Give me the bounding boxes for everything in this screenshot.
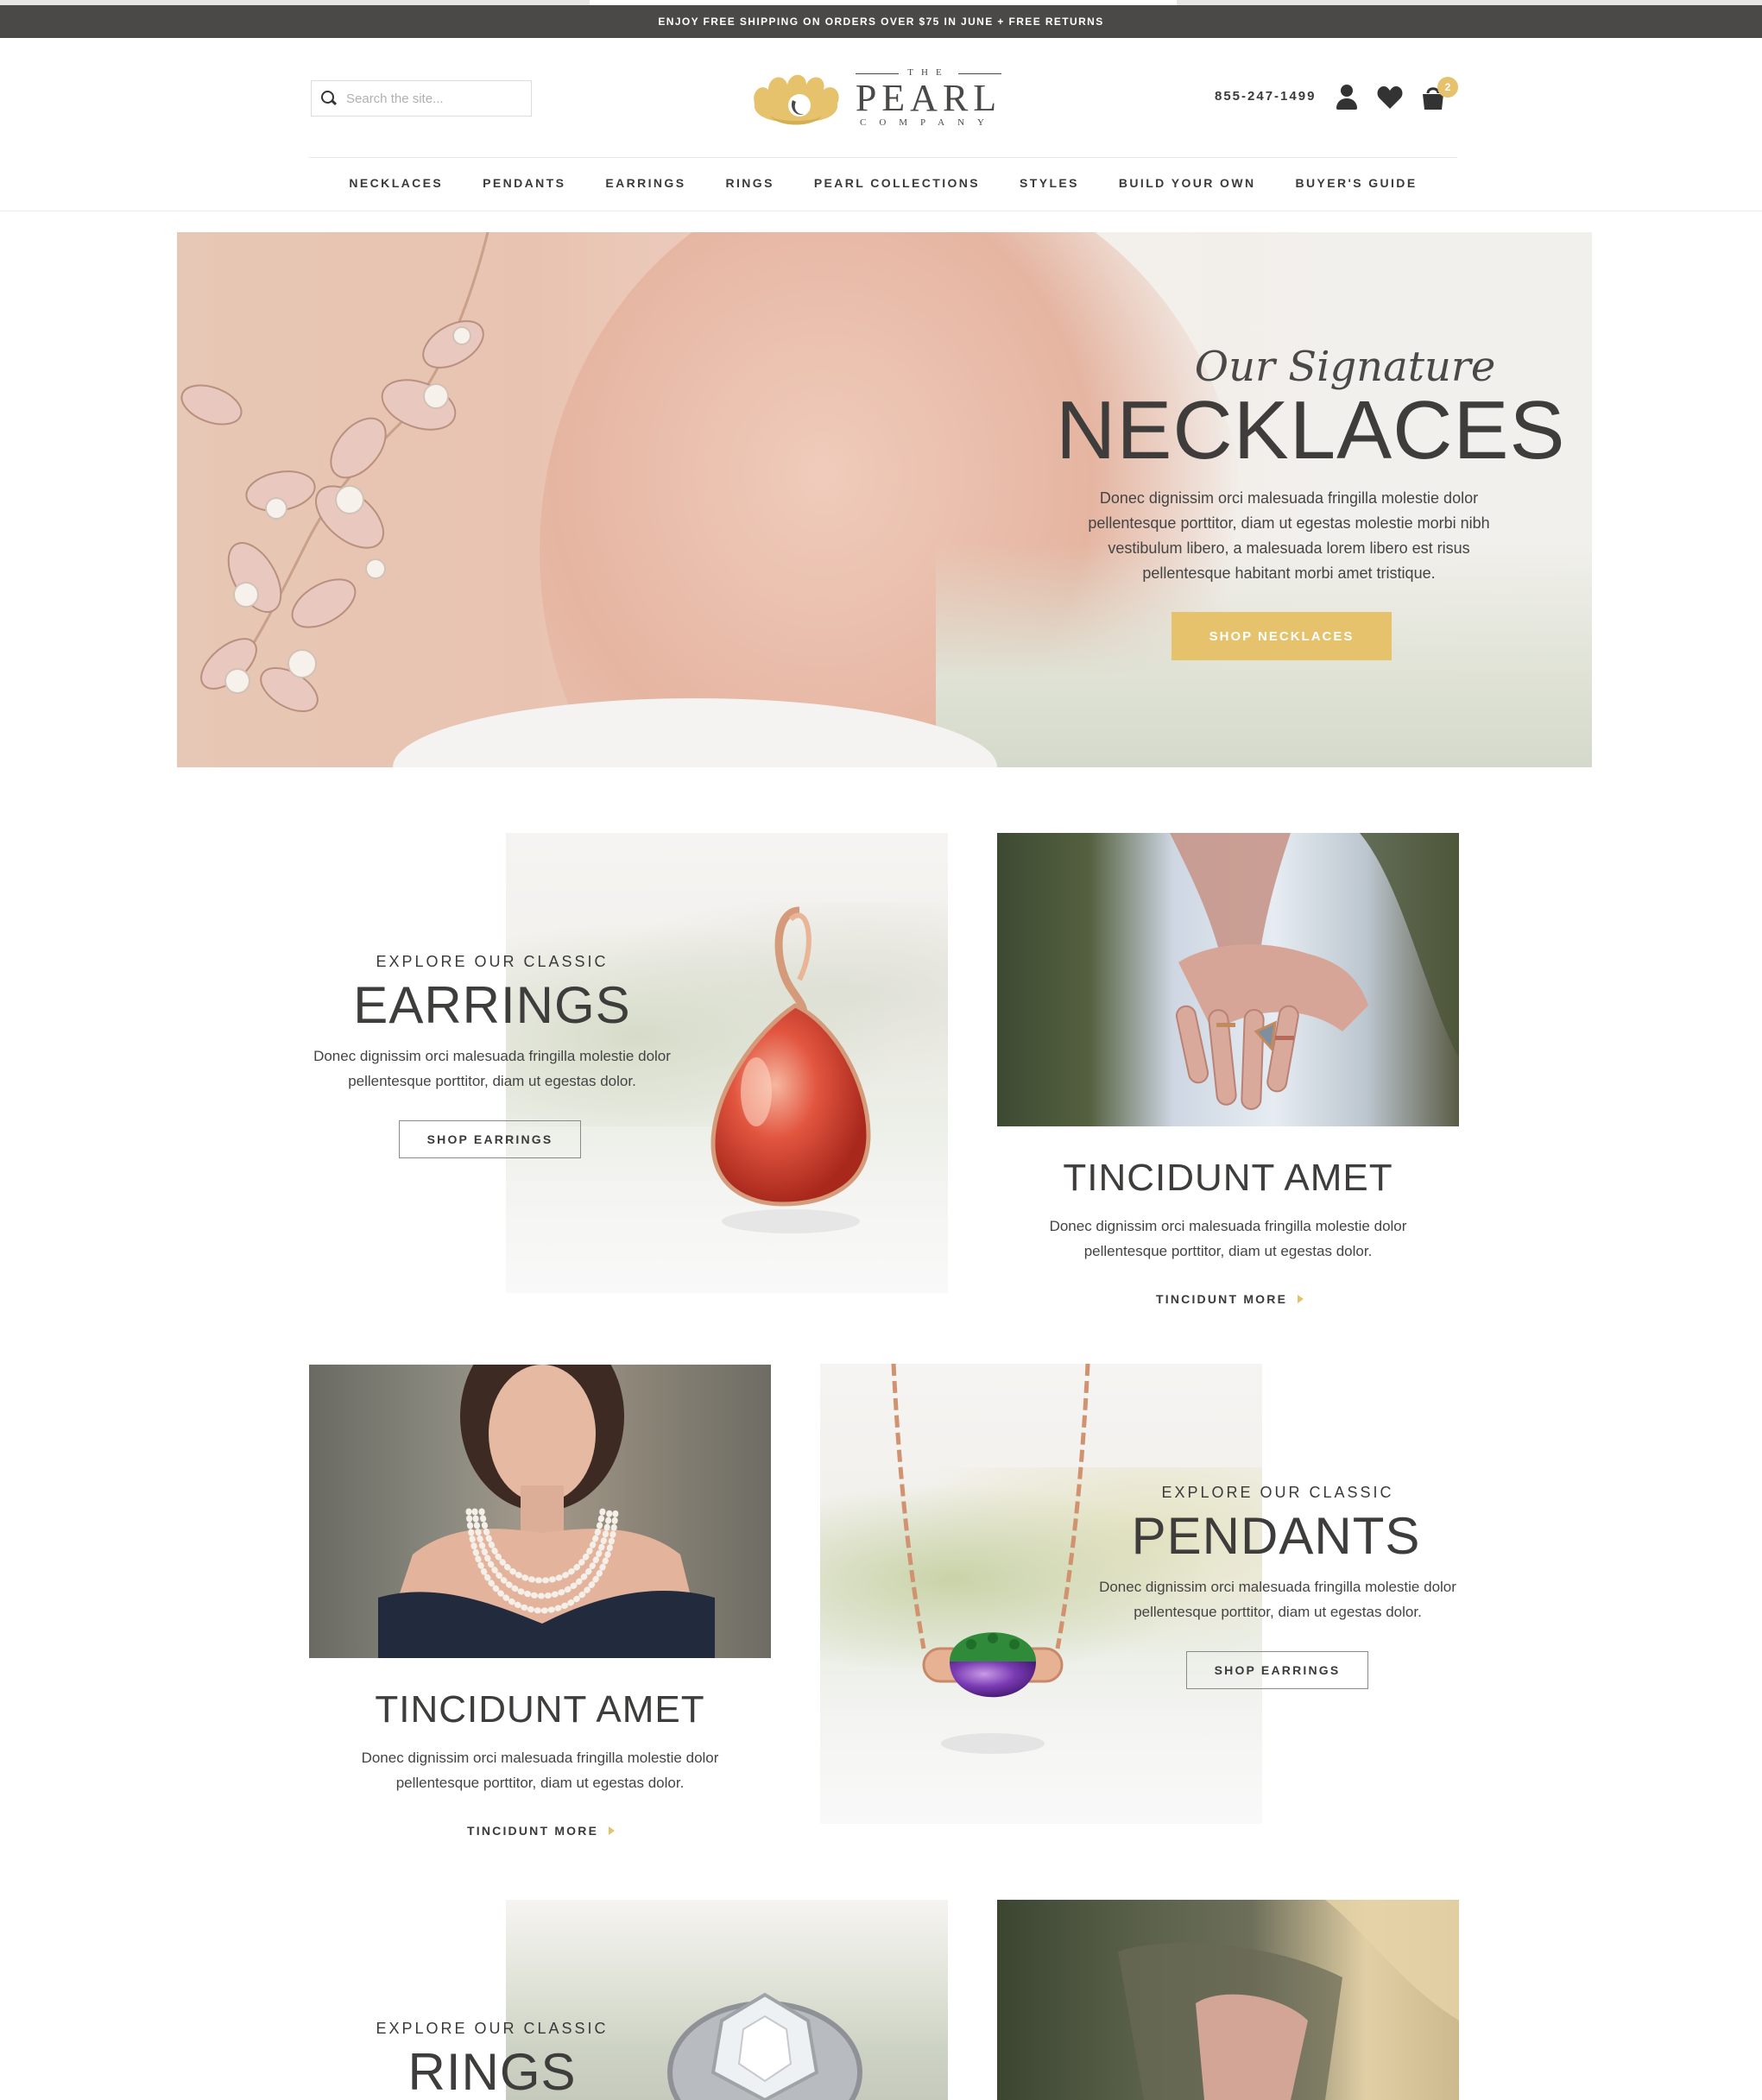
shop-pendants-button[interactable]: SHOP EARRINGS xyxy=(1186,1651,1368,1689)
nav-item-earrings[interactable]: EARRINGS xyxy=(585,169,705,199)
nav-item-buyers-guide[interactable]: BUYER'S GUIDE xyxy=(1275,169,1437,199)
pearl-shell-logo-icon xyxy=(754,74,839,125)
card2-more-label: TINCIDUNT MORE xyxy=(467,1824,599,1838)
card1-title: TINCIDUNT AMET xyxy=(1063,1157,1393,1199)
pendants-title: PENDANTS xyxy=(1131,1507,1421,1565)
nav-item-styles[interactable]: STYLES xyxy=(1000,169,1099,199)
shop-earrings-button[interactable]: SHOP EARRINGS xyxy=(399,1120,581,1158)
shop-necklaces-button[interactable]: SHOP NECKLACES xyxy=(1172,612,1392,660)
card2-more-link[interactable]: TINCIDUNT MORE xyxy=(467,1824,616,1838)
rings-lifestyle-photo xyxy=(997,833,1459,1126)
pearl-necklace-model-photo xyxy=(309,1365,771,1658)
rings-title: RINGS xyxy=(407,2043,577,2100)
nav-item-necklaces[interactable]: NECKLACES xyxy=(329,169,463,199)
nav-item-rings[interactable]: RINGS xyxy=(705,169,793,199)
search-box[interactable] xyxy=(311,80,532,117)
earrings-description: Donec dignissim orci malesuada fringilla… xyxy=(313,1048,671,1089)
site-logo[interactable]: THE PEARL COMPANY xyxy=(749,60,1017,129)
hero-description: Donec dignissim orci malesuada fringilla… xyxy=(1088,489,1490,582)
pendants-description: Donec dignissim orci malesuada fringilla… xyxy=(1099,1579,1456,1620)
pendants-kicker: EXPLORE OUR CLASSIC xyxy=(1161,1484,1394,1501)
cart-count-badge: 2 xyxy=(1437,77,1458,98)
card1-description: Donec dignissim orci malesuada fringilla… xyxy=(1049,1218,1407,1259)
rings-lifestyle-photo-2 xyxy=(997,1900,1459,2100)
arrow-right-icon xyxy=(609,1826,616,1835)
card1-more-label: TINCIDUNT MORE xyxy=(1156,1292,1288,1306)
earrings-kicker: EXPLORE OUR CLASSIC xyxy=(376,953,609,970)
logo-name: PEARL xyxy=(855,77,1002,119)
promo-bar: ENJOY FREE SHIPPING ON ORDERS OVER $75 I… xyxy=(0,5,1762,38)
promo-text: ENJOY FREE SHIPPING ON ORDERS OVER $75 I… xyxy=(658,16,1104,28)
rings-kicker: EXPLORE OUR CLASSIC xyxy=(376,2020,609,2037)
arrow-right-icon xyxy=(1298,1295,1304,1303)
user-icon[interactable] xyxy=(1334,85,1360,110)
hero-banner: Our Signature NECKLACES Donec dignissim … xyxy=(177,232,1592,767)
nav-item-pendants[interactable]: PENDANTS xyxy=(463,169,585,199)
heart-icon[interactable] xyxy=(1376,85,1403,110)
phone-number[interactable]: 855-247-1499 xyxy=(1215,89,1316,104)
nav-divider xyxy=(309,157,1457,158)
card2-description: Donec dignissim orci malesuada fringilla… xyxy=(361,1750,719,1791)
search-icon[interactable] xyxy=(320,90,338,107)
hero-title: NECKLACES xyxy=(1056,384,1566,476)
earrings-title: EARRINGS xyxy=(353,976,631,1034)
main-nav: NECKLACES PENDANTS EARRINGS RINGS PEARL … xyxy=(309,169,1457,199)
card1-more-link[interactable]: TINCIDUNT MORE xyxy=(1156,1292,1304,1306)
hero-necklace-image xyxy=(180,232,489,712)
nav-item-pearl-collections[interactable]: PEARL COLLECTIONS xyxy=(794,169,1000,199)
search-input[interactable] xyxy=(346,91,519,106)
card2-title: TINCIDUNT AMET xyxy=(375,1688,705,1731)
logo-company: COMPANY xyxy=(859,117,997,128)
nav-item-build-your-own[interactable]: BUILD YOUR OWN xyxy=(1099,169,1276,199)
